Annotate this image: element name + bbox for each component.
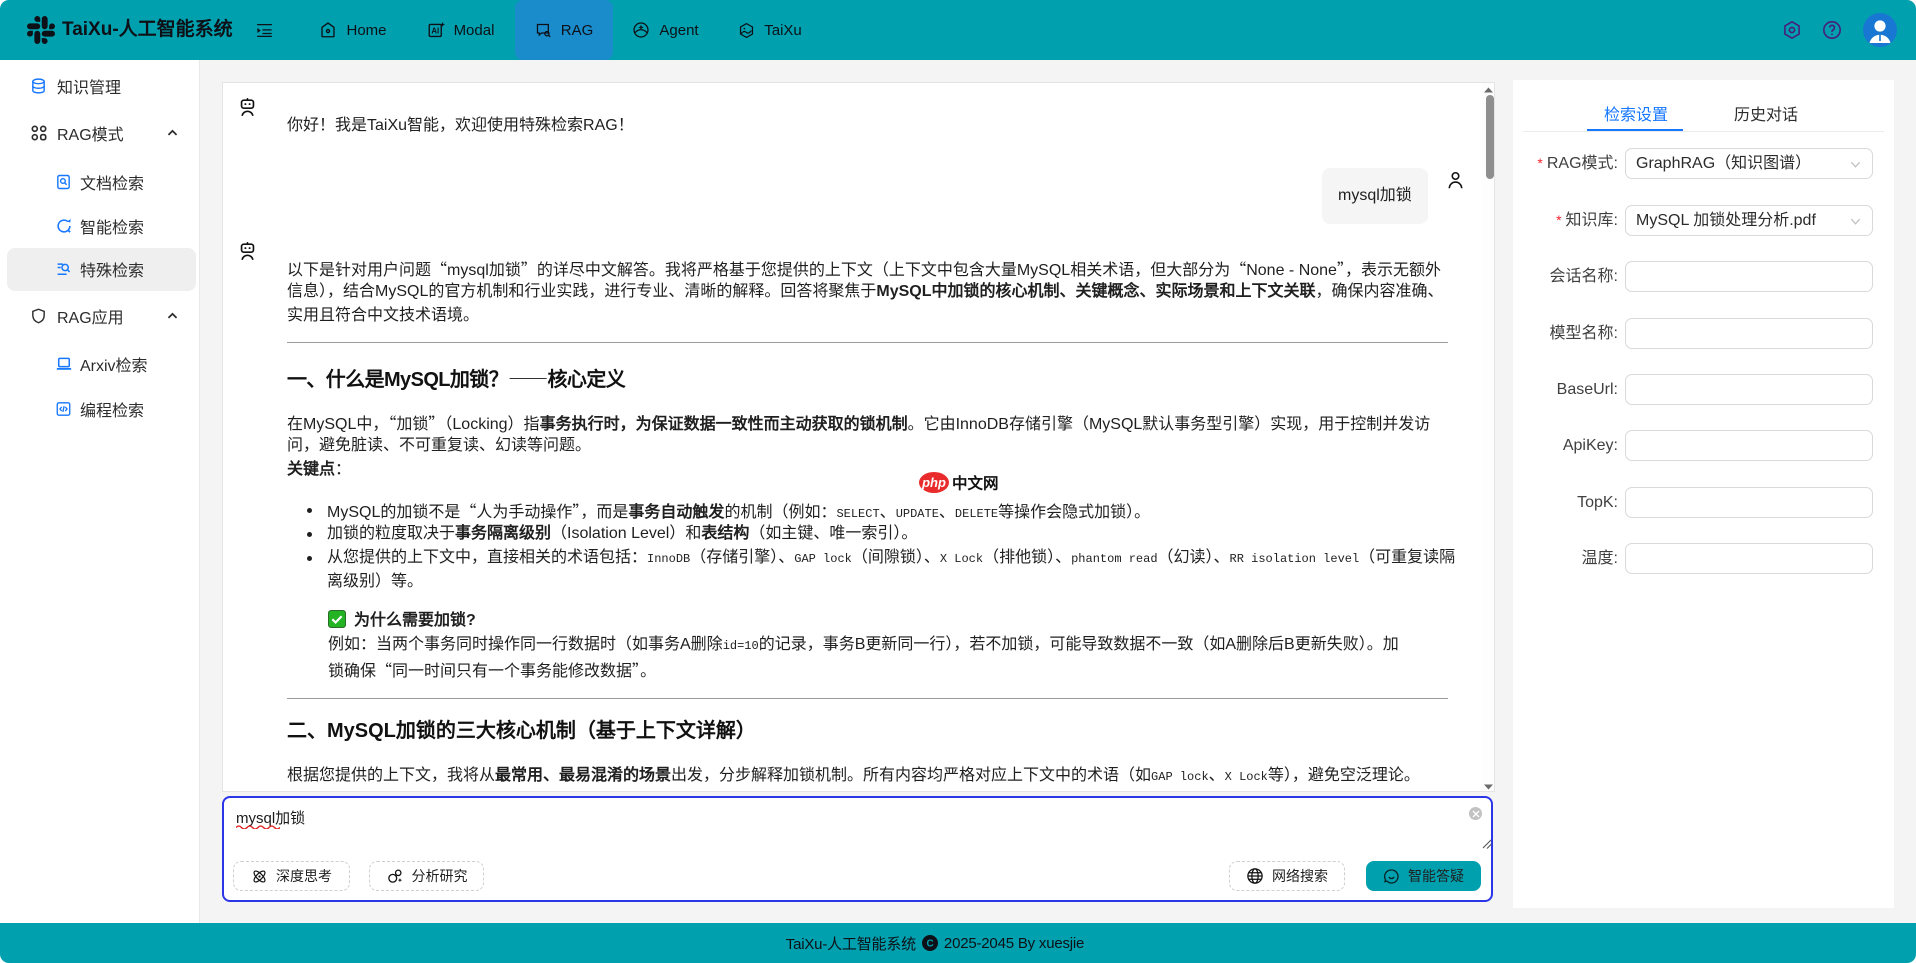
svg-text:php: php xyxy=(921,475,946,490)
svg-text:AI: AI xyxy=(431,27,439,36)
svg-text:中文网: 中文网 xyxy=(952,474,999,493)
svg-text:C: C xyxy=(926,939,933,950)
